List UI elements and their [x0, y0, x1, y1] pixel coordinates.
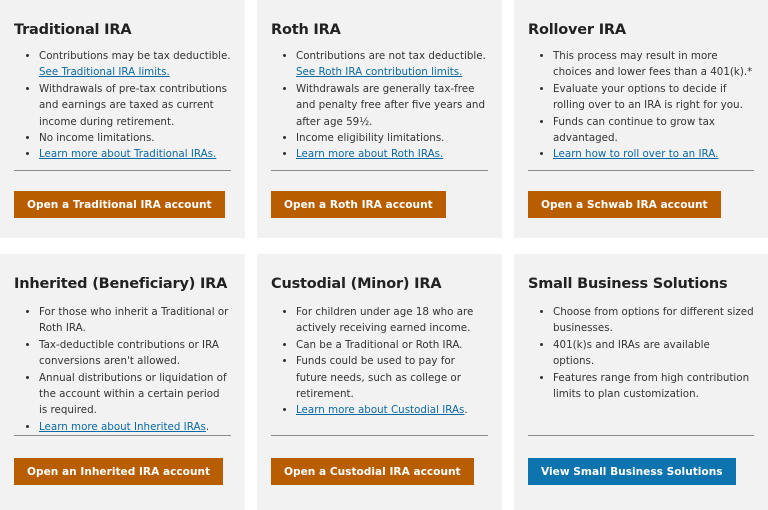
bullet-list: For children under age 18 who are active… — [271, 304, 488, 419]
card-roth-ira: Roth IRA Contributions are not tax deduc… — [257, 0, 502, 238]
list-item: This process may result in more choices … — [553, 48, 754, 81]
card-title: Custodial (Minor) IRA — [271, 276, 442, 292]
card-title: Traditional IRA — [14, 22, 132, 38]
list-item: Features range from high contribution li… — [553, 370, 754, 403]
list-item: Learn more about Custodial IRAs. — [296, 402, 488, 418]
learn-rollover-link[interactable]: Learn how to roll over to an IRA. — [553, 148, 718, 160]
open-custodial-ira-button[interactable]: Open a Custodial IRA account — [271, 458, 474, 485]
bullet-suffix: . — [205, 420, 210, 433]
list-item: Can be a Traditional or Roth IRA. — [296, 337, 488, 353]
bullet-text: Contributions are not tax deductible. — [296, 50, 486, 62]
card-small-business: Small Business Solutions Choose from opt… — [514, 254, 768, 510]
learn-more-inherited-link[interactable]: Learn more about Inherited IRAs — [39, 421, 206, 433]
list-item: Withdrawals of pre-tax contributions and… — [39, 81, 231, 130]
bullet-text: Contributions may be tax deductible. — [39, 50, 231, 62]
learn-more-roth-link[interactable]: Learn more about Roth IRAs. — [296, 148, 443, 160]
list-item: Contributions are not tax deductible. See… — [296, 48, 488, 81]
card-custodial-ira: Custodial (Minor) IRA For children under… — [257, 254, 502, 510]
list-item: Income eligibility limitations. — [296, 130, 488, 146]
list-item: No income limitations. — [39, 130, 231, 146]
list-item: Learn more about Inherited IRAs. — [39, 419, 231, 435]
traditional-ira-limits-link[interactable]: See Traditional IRA limits. — [39, 66, 170, 78]
card-title: Roth IRA — [271, 22, 341, 38]
card-traditional-ira: Traditional IRA Contributions may be tax… — [0, 0, 245, 238]
list-item: Contributions may be tax deductible. See … — [39, 48, 231, 81]
list-item: Tax-deductible contributions or IRA conv… — [39, 337, 231, 370]
card-title: Inherited (Beneficiary) IRA — [14, 276, 228, 292]
list-item: Funds could be used to pay for future ne… — [296, 353, 488, 402]
bullet-list: Contributions are not tax deductible. See… — [271, 48, 488, 163]
divider — [528, 170, 754, 171]
card-rollover-ira: Rollover IRA This process may result in … — [514, 0, 768, 238]
bullet-list: For those who inherit a Traditional or R… — [14, 304, 231, 435]
learn-more-traditional-link[interactable]: Learn more about Traditional IRAs. — [39, 148, 216, 160]
list-item: Evaluate your options to decide if rolli… — [553, 81, 754, 114]
list-item: 401(k)s and IRAs are available options. — [553, 337, 754, 370]
list-item: Annual distributions or liquidation of t… — [39, 370, 231, 419]
bullet-list: Contributions may be tax deductible. See … — [14, 48, 231, 163]
bullet-list: Choose from options for different sized … — [528, 304, 754, 402]
learn-more-custodial-link[interactable]: Learn more about Custodial IRAs — [296, 404, 464, 416]
card-title: Rollover IRA — [528, 22, 626, 38]
card-title: Small Business Solutions — [528, 276, 728, 292]
list-item: For those who inherit a Traditional or R… — [39, 304, 231, 337]
list-item: Funds can continue to grow tax advantage… — [553, 114, 754, 147]
open-roth-ira-button[interactable]: Open a Roth IRA account — [271, 191, 446, 218]
bullet-suffix: . — [464, 404, 468, 417]
bullet-list: This process may result in more choices … — [528, 48, 754, 163]
view-small-business-button[interactable]: View Small Business Solutions — [528, 458, 736, 485]
list-item: Learn how to roll over to an IRA. — [553, 146, 754, 162]
card-inherited-ira: Inherited (Beneficiary) IRA For those wh… — [0, 254, 245, 510]
list-item: For children under age 18 who are active… — [296, 304, 488, 337]
account-options-grid: Traditional IRA Contributions may be tax… — [0, 0, 768, 510]
list-item: Withdrawals are generally tax-free and p… — [296, 81, 488, 130]
list-item: Choose from options for different sized … — [553, 304, 754, 337]
open-traditional-ira-button[interactable]: Open a Traditional IRA account — [14, 191, 225, 218]
divider — [14, 170, 231, 171]
divider — [528, 435, 754, 436]
divider — [271, 435, 488, 436]
list-item: Learn more about Traditional IRAs. — [39, 146, 231, 162]
divider — [271, 170, 488, 171]
roth-ira-limits-link[interactable]: See Roth IRA contribution limits. — [296, 66, 462, 78]
open-schwab-ira-button[interactable]: Open a Schwab IRA account — [528, 191, 721, 218]
list-item: Learn more about Roth IRAs. — [296, 146, 488, 162]
divider — [14, 435, 231, 436]
open-inherited-ira-button[interactable]: Open an Inherited IRA account — [14, 458, 224, 485]
